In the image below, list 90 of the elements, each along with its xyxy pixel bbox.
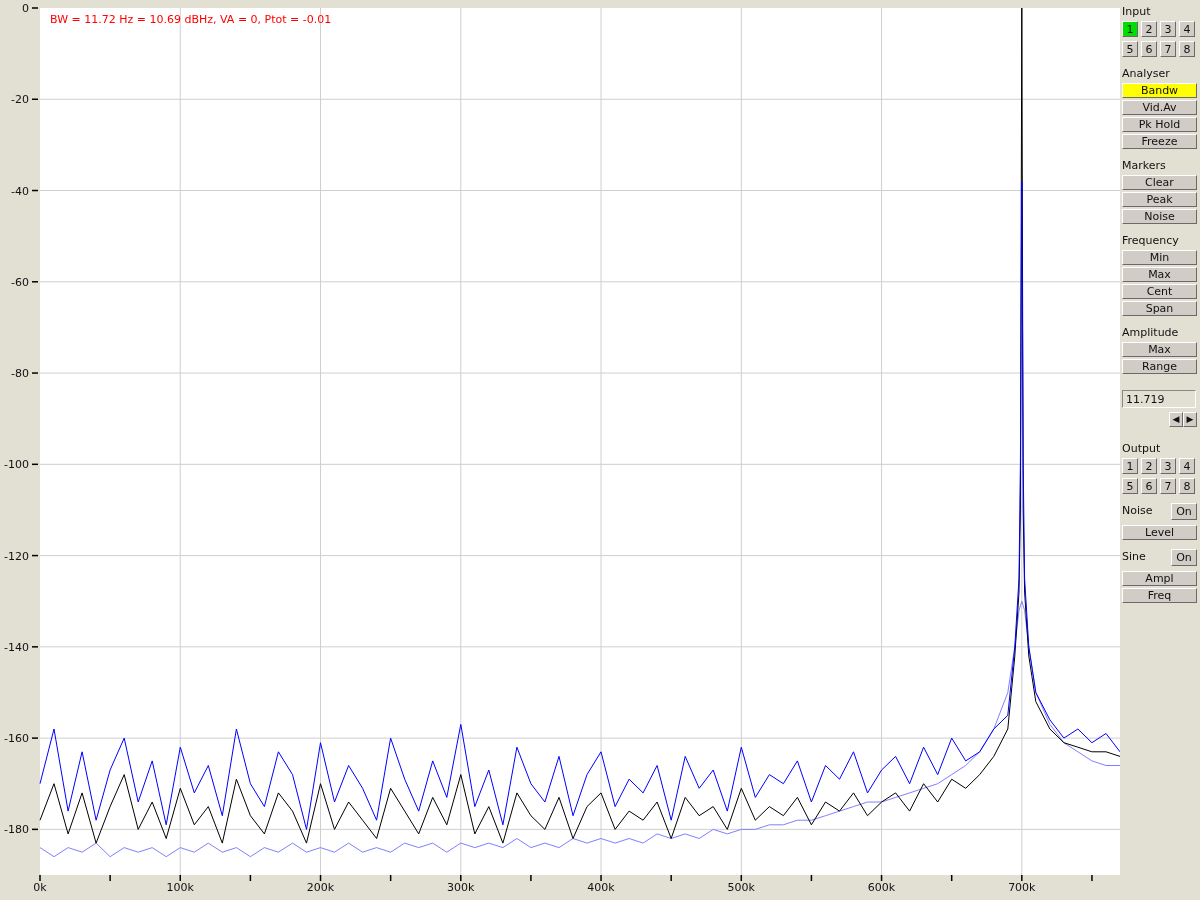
panel-button[interactable]: 8 — [1179, 41, 1195, 57]
panel-button[interactable]: Level — [1122, 525, 1197, 540]
tick-mark — [109, 874, 111, 882]
tick-mark — [31, 98, 39, 100]
y-axis-label: 0 — [22, 2, 29, 15]
y-axis-label: -140 — [4, 640, 29, 654]
value-field[interactable]: 11.719 — [1122, 390, 1196, 408]
arrow-button[interactable]: ▶ — [1183, 412, 1197, 427]
panel-button[interactable]: Noise — [1122, 209, 1197, 224]
section-title: Amplitude — [1122, 326, 1179, 340]
panel-button[interactable]: 5 — [1122, 478, 1138, 494]
tick-mark — [530, 874, 532, 882]
panel-button[interactable]: 5 — [1122, 41, 1138, 57]
panel-button[interactable]: Freeze — [1122, 134, 1197, 149]
tick-mark — [31, 828, 39, 831]
y-axis-label: -80 — [11, 367, 29, 381]
panel-button[interactable]: Freq — [1122, 588, 1197, 603]
panel-button[interactable]: Max — [1122, 342, 1197, 357]
panel-button[interactable]: Peak — [1122, 192, 1197, 207]
panel-button[interactable]: Pk Hold — [1122, 117, 1197, 132]
x-axis-label: 200k — [306, 881, 335, 894]
tick-mark — [600, 874, 602, 882]
section-title: Sine — [1122, 549, 1146, 564]
section-title: Input — [1122, 5, 1151, 19]
panel-button[interactable]: 6 — [1141, 41, 1157, 57]
y-axis-label: -120 — [4, 549, 29, 563]
tick-mark — [31, 646, 39, 648]
tick-mark — [880, 874, 883, 882]
tick-mark — [740, 874, 743, 882]
x-axis-label: 100k — [166, 881, 194, 894]
y-axis-label: -100 — [4, 458, 29, 472]
tick-mark — [31, 463, 39, 466]
tick-mark — [179, 874, 181, 882]
panel-button[interactable]: 7 — [1160, 41, 1176, 57]
y-axis-label: -40 — [11, 184, 29, 198]
tick-mark — [249, 874, 252, 882]
tick-mark — [31, 554, 39, 557]
tick-mark — [39, 874, 41, 882]
panel-button[interactable]: On — [1171, 503, 1197, 520]
panel-button[interactable]: 6 — [1141, 478, 1157, 494]
panel-button[interactable]: Min — [1122, 250, 1197, 265]
panel-button[interactable]: Vid.Av — [1122, 100, 1197, 115]
x-axis-label: 0k — [33, 881, 47, 894]
tick-mark — [389, 874, 392, 882]
section-title: Frequency — [1122, 234, 1179, 248]
tick-mark — [31, 281, 39, 283]
tick-mark — [31, 737, 39, 739]
panel-button[interactable]: Clear — [1122, 175, 1197, 190]
panel-button[interactable]: 7 — [1160, 478, 1176, 494]
panel-button[interactable]: 8 — [1179, 478, 1195, 494]
panel-button[interactable]: Max — [1122, 267, 1197, 282]
y-axis-label: -20 — [11, 93, 29, 107]
tick-mark — [31, 7, 39, 9]
y-axis-label: -180 — [4, 823, 29, 837]
panel-button[interactable]: 3 — [1160, 21, 1176, 37]
section-title: Markers — [1122, 159, 1166, 173]
tick-mark — [950, 874, 953, 882]
tick-mark — [1091, 874, 1093, 882]
panel-button[interactable]: 3 — [1160, 458, 1176, 474]
panel-button[interactable]: 2 — [1141, 458, 1157, 474]
panel-button[interactable]: Range — [1122, 359, 1197, 374]
arrow-button[interactable]: ◀ — [1169, 412, 1183, 427]
x-axis-label: 600k — [867, 881, 896, 894]
x-axis-label: 700k — [1008, 881, 1036, 894]
panel-button[interactable]: Ampl — [1122, 571, 1197, 586]
panel-button[interactable]: Bandw — [1122, 83, 1197, 98]
panel-button[interactable]: Cent — [1122, 284, 1197, 299]
section-title: Output — [1122, 442, 1161, 456]
x-axis-label: 300k — [447, 881, 475, 894]
panel-button[interactable]: 1 — [1122, 458, 1138, 474]
tick-mark — [31, 189, 39, 192]
panel-button[interactable]: 4 — [1179, 21, 1195, 37]
tick-mark — [460, 874, 462, 882]
panel-button[interactable]: 4 — [1179, 458, 1195, 474]
panel-button[interactable]: 2 — [1141, 21, 1157, 37]
section-title: Analyser — [1122, 67, 1170, 81]
tick-mark — [810, 874, 813, 882]
tick-mark — [31, 372, 39, 374]
panel-button[interactable]: On — [1171, 549, 1197, 566]
x-axis-label: 500k — [727, 881, 755, 894]
x-axis-label: 400k — [587, 881, 615, 894]
y-axis-label: -160 — [4, 732, 29, 746]
tick-mark — [670, 874, 672, 882]
tick-mark — [1021, 874, 1023, 882]
tick-mark — [319, 874, 322, 882]
panel-button[interactable]: 1 — [1122, 21, 1138, 37]
measurement-readout: BW = 11.72 Hz = 10.69 dBHz, VA = 0, Ptot = -0.01 — [50, 13, 332, 26]
section-title: Noise — [1122, 503, 1153, 518]
panel-button[interactable]: Span — [1122, 301, 1197, 316]
y-axis-label: -60 — [11, 275, 29, 289]
